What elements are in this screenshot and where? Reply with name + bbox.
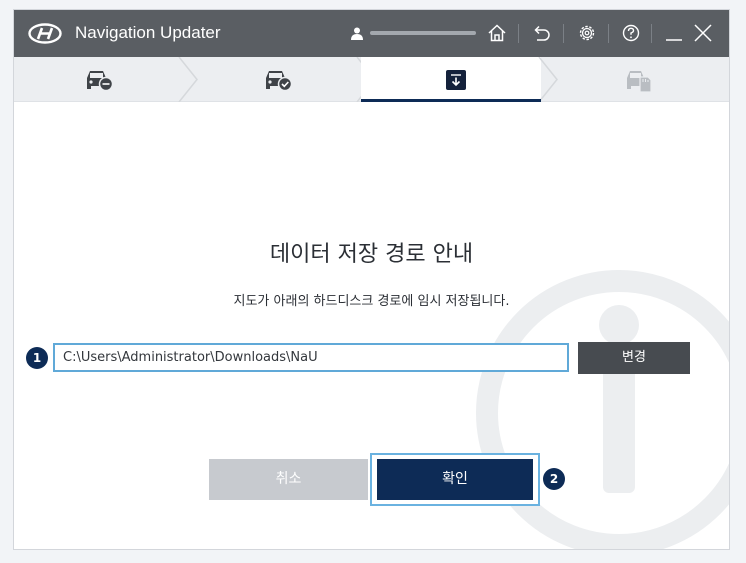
help-icon <box>622 24 640 42</box>
car-minus-icon <box>87 71 114 92</box>
settings-icon <box>579 25 595 41</box>
car-sd-card-icon <box>627 71 652 93</box>
step-2 <box>189 57 361 102</box>
user-icon <box>351 27 363 40</box>
separator <box>651 24 652 43</box>
app-title: Navigation Updater <box>75 23 221 42</box>
cancel-button[interactable]: 취소 <box>209 459 368 500</box>
separator <box>563 24 564 43</box>
close-icon <box>694 24 712 42</box>
page-description: 지도가 아래의 하드디스크 경로에 임시 저장됩니다. <box>233 294 510 309</box>
step-chevron <box>538 57 558 102</box>
save-path-input[interactable] <box>53 343 569 372</box>
hyundai-logo <box>28 23 62 44</box>
back-button[interactable] <box>528 20 554 46</box>
change-path-button[interactable]: 변경 <box>578 342 690 374</box>
step-4 <box>559 57 729 102</box>
step-marker-2: 2 <box>543 468 565 490</box>
settings-button[interactable] <box>574 20 600 46</box>
home-icon <box>488 24 506 42</box>
ok-button-highlight: 확인 <box>370 453 540 506</box>
user-name-masked <box>370 31 476 35</box>
page-title: 데이터 저장 경로 안내 <box>269 242 474 267</box>
car-check-icon <box>266 71 293 92</box>
active-step-indicator <box>361 99 541 102</box>
separator <box>518 24 519 43</box>
download-box-icon <box>446 70 466 90</box>
close-button[interactable] <box>690 20 716 46</box>
step-1 <box>14 57 186 102</box>
step-3-active <box>361 57 541 102</box>
minimize-button[interactable] <box>661 20 687 46</box>
separator <box>608 24 609 43</box>
step-marker-1: 1 <box>26 347 48 369</box>
updater-window: Navigation Updater 데이터 저장 경로 안내 지도가 아래의 … <box>13 9 730 550</box>
ok-button[interactable]: 확인 <box>377 459 533 500</box>
back-icon <box>534 25 550 41</box>
home-button[interactable] <box>484 20 510 46</box>
title-bar: Navigation Updater <box>14 10 729 57</box>
progress-steps <box>14 57 729 102</box>
help-button[interactable] <box>618 20 644 46</box>
minimize-icon <box>666 39 682 41</box>
